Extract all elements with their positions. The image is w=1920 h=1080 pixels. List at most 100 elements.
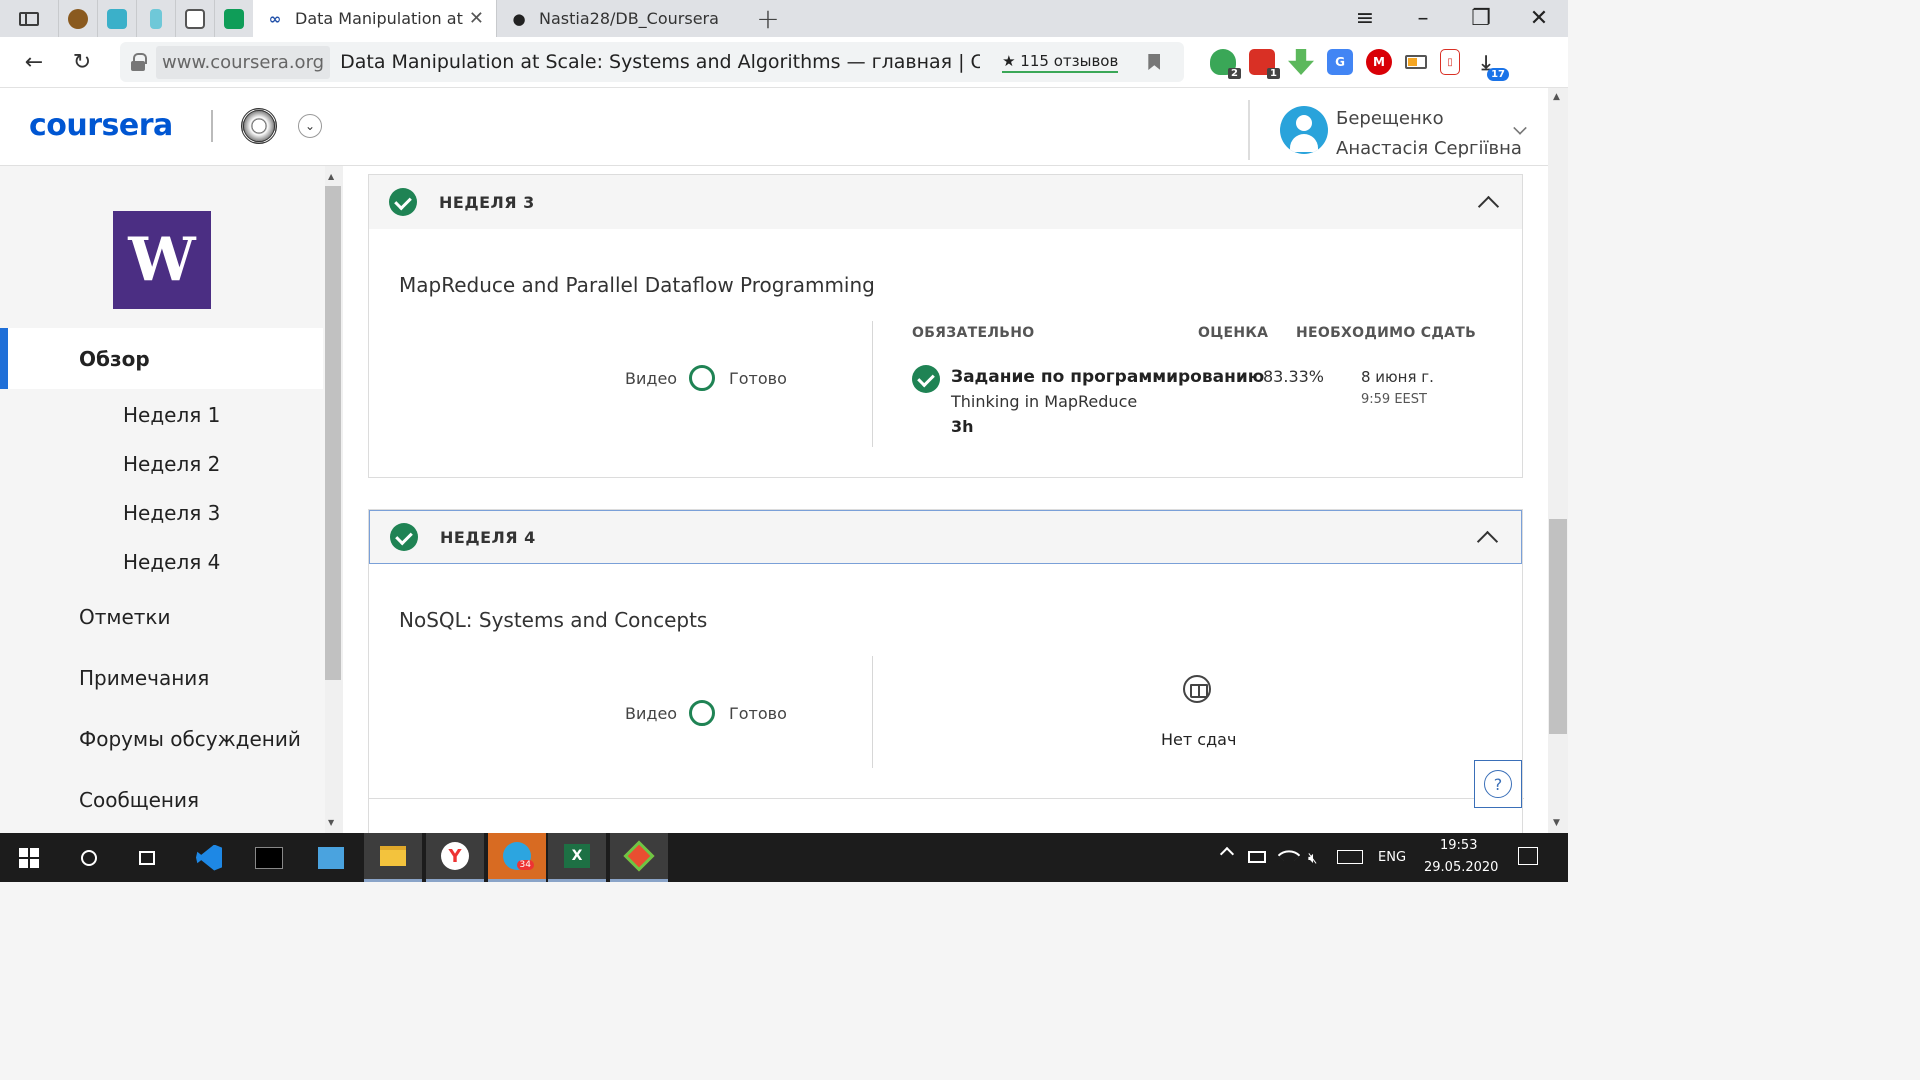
week-header[interactable]: НЕДЕЛЯ 4 — [369, 510, 1522, 564]
sidebar-item-messages[interactable]: Сообщения — [79, 788, 199, 812]
main-content: НЕДЕЛЯ 3 MapReduce and Parallel Dataflow… — [343, 166, 1548, 833]
taskbar-excel[interactable]: X — [548, 833, 606, 882]
wifi-icon[interactable] — [1277, 843, 1301, 867]
folder-icon — [380, 846, 406, 866]
control-panel-icon — [318, 846, 344, 869]
tab-title: Nastia28/DB_Coursera — [539, 9, 719, 28]
translate-icon[interactable]: G — [1327, 49, 1353, 75]
scroll-up-icon[interactable]: ▲ — [328, 172, 334, 181]
completed-check-icon — [390, 523, 418, 551]
vscode-icon — [196, 844, 222, 871]
sidebar-item-notes[interactable]: Примечания — [79, 666, 209, 690]
bookmark-icon[interactable] — [1148, 54, 1161, 70]
volume-muted-icon[interactable]: 🔇︎ — [1308, 849, 1317, 867]
pinned-tab-3[interactable] — [136, 0, 175, 37]
tab-coursera[interactable]: ∞ Data Manipulation at Scale ✕ — [253, 0, 496, 37]
sidebar-toggle-button[interactable] — [0, 0, 58, 37]
show-hidden-icons-icon[interactable] — [1219, 846, 1235, 862]
pdf-icon[interactable]: ▯ — [1440, 49, 1460, 75]
taskbar-control-panel[interactable] — [302, 833, 360, 882]
back-button[interactable]: ← — [10, 50, 58, 75]
menu-icon[interactable]: ≡ — [1336, 0, 1394, 37]
reload-button[interactable]: ↻ — [58, 50, 106, 75]
yandex-browser-icon: Y — [441, 842, 469, 870]
tab-github[interactable]: ● Nastia28/DB_Coursera — [496, 0, 740, 37]
sidebar-item-week-2[interactable]: Неделя 2 — [123, 452, 220, 476]
completed-check-icon — [912, 365, 940, 393]
reviews-badge[interactable]: ★ 115 отзывов — [1002, 52, 1119, 73]
avatar[interactable] — [1280, 106, 1328, 154]
sidebar-item-week-1[interactable]: Неделя 1 — [123, 403, 220, 427]
clock-date[interactable]: 29.05.2020 — [1424, 860, 1498, 875]
chevron-up-icon[interactable] — [1477, 195, 1500, 217]
close-window-icon[interactable]: ✕ — [1510, 0, 1568, 37]
help-button[interactable]: ? — [1474, 760, 1522, 808]
sidebar-scrollbar-thumb[interactable] — [325, 186, 341, 680]
address-bar[interactable]: www.coursera.org Data Manipulation at Sc… — [120, 42, 1184, 82]
window-controls: ≡ – ❐ ✕ — [1336, 0, 1568, 37]
sidebar-item-week-3[interactable]: Неделя 3 — [123, 501, 220, 525]
chevron-down-icon[interactable]: ⌄ — [298, 114, 322, 138]
sidebar-item-overview[interactable] — [0, 328, 323, 389]
lock-icon — [130, 53, 147, 71]
clock-time[interactable]: 19:53 — [1440, 838, 1477, 853]
download-arrow-icon[interactable] — [1288, 49, 1314, 75]
bird-app-icon — [68, 8, 88, 29]
week-header[interactable]: НЕДЕЛЯ 3 — [369, 175, 1522, 229]
excel-icon: X — [564, 844, 590, 868]
week-card: НЕДЕЛЯ 4 NoSQL: Systems and Concepts Вид… — [368, 509, 1524, 833]
start-button[interactable] — [0, 833, 58, 882]
page-scrollbar-thumb[interactable] — [1549, 519, 1567, 734]
terminal-icon — [255, 846, 283, 869]
pinned-tab-5[interactable] — [214, 0, 253, 37]
mega-icon[interactable]: M — [1366, 49, 1392, 75]
shield-extension-icon[interactable]: 2 — [1210, 49, 1241, 79]
notifications-icon[interactable] — [1518, 847, 1538, 865]
module-title[interactable]: NoSQL: Systems and Concepts — [399, 608, 707, 632]
module-title[interactable]: MapReduce and Parallel Dataflow Programm… — [399, 273, 875, 297]
sidebar-item-forums[interactable]: Форумы обсуждений — [79, 727, 301, 751]
scroll-down-icon[interactable]: ▼ — [1553, 818, 1560, 828]
coursera-favicon: ∞ — [268, 9, 282, 28]
sidebar-item-week-4[interactable]: Неделя 4 — [123, 550, 220, 574]
taskbar-telegram[interactable]: 34 — [488, 833, 546, 882]
coursera-logo[interactable]: coursera — [29, 108, 173, 143]
task-view-button[interactable] — [118, 833, 176, 882]
pinned-tab-4[interactable] — [175, 0, 214, 37]
search-button[interactable] — [60, 833, 118, 882]
sidebar-item-label[interactable]: Обзор — [79, 347, 150, 371]
new-tab-button[interactable]: + — [740, 0, 796, 37]
university-logo[interactable]: W — [113, 211, 211, 309]
battery-icon[interactable] — [1405, 55, 1427, 69]
chevron-up-icon[interactable] — [1476, 530, 1499, 552]
taskbar-yandex-browser[interactable]: Y — [426, 833, 484, 882]
language-indicator[interactable]: ENG — [1378, 850, 1406, 865]
tab-title: Data Manipulation at Scale — [295, 9, 463, 28]
scroll-up-icon[interactable]: ▲ — [1553, 92, 1560, 102]
taskbar-git-app[interactable] — [610, 833, 668, 882]
url-page-title: Data Manipulation at Scale: Systems and … — [340, 51, 981, 73]
university-seal-icon[interactable] — [241, 108, 277, 144]
keyboard-icon[interactable] — [1337, 850, 1363, 864]
sheets-icon — [224, 8, 244, 29]
task-name[interactable]: Thinking in MapReduce — [951, 392, 1137, 411]
mail-extension-icon[interactable]: 1 — [1249, 49, 1280, 79]
logo-separator — [211, 110, 213, 142]
pinned-tab-2[interactable] — [97, 0, 136, 37]
scroll-down-icon[interactable]: ▼ — [328, 818, 334, 827]
task-type-link[interactable]: Задание по программированию — [951, 367, 1264, 387]
close-icon[interactable]: ✕ — [469, 8, 484, 29]
minimize-icon[interactable]: – — [1394, 0, 1452, 37]
restore-icon[interactable]: ❐ — [1452, 0, 1510, 37]
downloads-icon[interactable]: ⤓ 17 — [1473, 49, 1509, 81]
battery-tray-icon[interactable] — [1248, 851, 1266, 863]
pinned-tab-1[interactable] — [58, 0, 97, 37]
taskbar-vscode[interactable] — [180, 833, 238, 882]
done-label: Готово — [729, 704, 787, 723]
taskbar-terminal[interactable] — [240, 833, 298, 882]
user-name[interactable]: Берещенко Анастасія Сергіївна — [1336, 104, 1522, 164]
taskbar-explorer[interactable] — [364, 833, 422, 882]
sidebar-item-grades[interactable]: Отметки — [79, 605, 171, 629]
video-label: Видео — [625, 704, 678, 723]
git-app-icon — [623, 840, 655, 872]
